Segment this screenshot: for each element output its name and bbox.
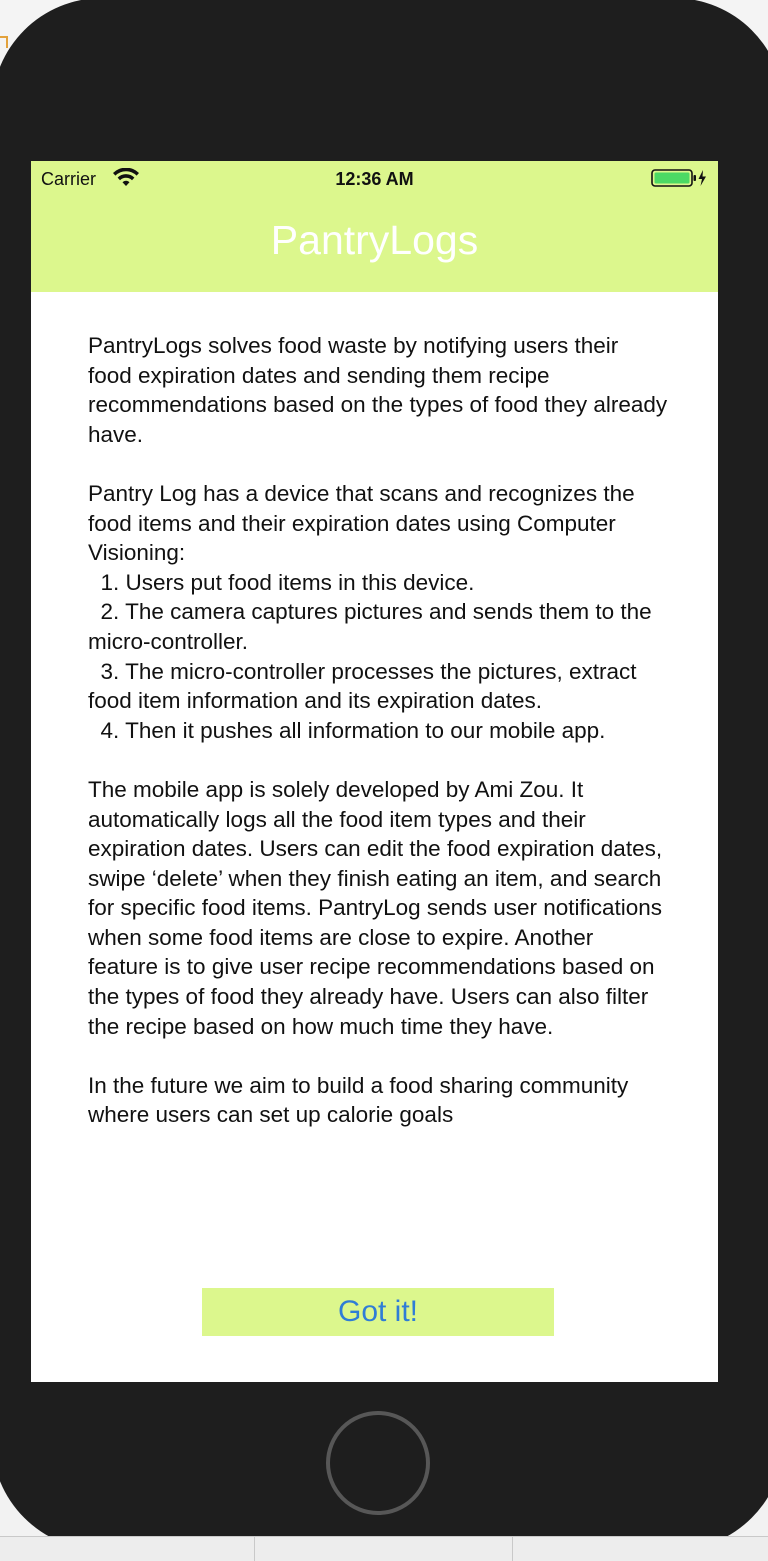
about-description: PantryLogs solves food waste by notifyin… [88, 333, 668, 1128]
desktop-bottom-bar [0, 1536, 768, 1561]
charging-bolt-icon [698, 170, 706, 186]
navigation-header: Carrier 12:36 AM PantryLogs [31, 161, 718, 292]
app-screen: Carrier 12:36 AM PantryLogs PantryLogs s… [31, 161, 718, 1382]
page-title: PantryLogs [270, 217, 479, 263]
got-it-button[interactable]: Got it! [202, 1288, 554, 1336]
desktop-window-edge [0, 36, 8, 48]
desktop-window-fragment [752, 30, 768, 50]
about-text-view[interactable]: PantryLogs solves food waste by notifyin… [31, 292, 718, 1253]
battery-icon [651, 169, 706, 187]
simulator-device: Carrier 12:36 AM PantryLogs PantryLogs s… [0, 0, 768, 1550]
status-bar: Carrier 12:36 AM [31, 161, 718, 197]
status-time: 12:36 AM [335, 169, 414, 189]
home-button[interactable] [326, 1411, 430, 1515]
